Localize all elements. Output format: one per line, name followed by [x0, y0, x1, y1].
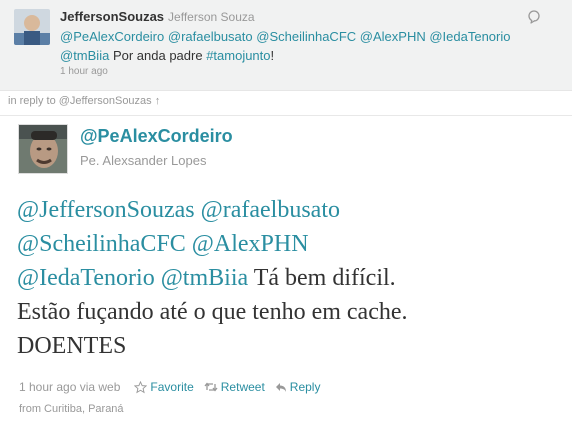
mention-link[interactable]: @tmBiia [60, 48, 109, 63]
mention-link[interactable]: @IedaTenorio [17, 265, 155, 291]
mention-link[interactable]: @IedaTenorio [429, 29, 510, 44]
parent-tweet: JeffersonSouzas Jefferson Souza @PeAlexCo… [0, 0, 572, 91]
main-tweet-line4-text: Estão fuçando até o que tenho em cache. [17, 299, 408, 325]
parent-tweet-text: @PeAlexCordeiro @rafaelbusato @Scheilinh… [60, 27, 560, 65]
mention-link[interactable]: @rafaelbusato [168, 29, 253, 44]
reply-arrow-icon [275, 383, 286, 392]
in-reply-prefix: in reply to [8, 95, 56, 107]
arrow-up-icon: ↑ [154, 95, 161, 107]
tweet-location: from Curitiba, Paraná [19, 403, 124, 415]
parent-tweet-plain-text: Por anda padre [109, 48, 207, 63]
mention-link[interactable]: @AlexPHN [192, 231, 309, 257]
mention-link[interactable]: @tmBiia [161, 265, 248, 291]
hashtag-link[interactable]: #tamojunto [206, 48, 270, 63]
mention-link[interactable]: @PeAlexCordeiro [60, 29, 164, 44]
star-icon [134, 380, 148, 393]
main-tweet-line5-text: DOENTES [17, 333, 127, 359]
mention-link[interactable]: @rafaelbusato [201, 197, 340, 223]
in-reply-user[interactable]: @JeffersonSouzas [59, 95, 152, 107]
mention-link[interactable]: @ScheilinhaCFC [256, 29, 356, 44]
parent-tweet-end: ! [270, 48, 275, 63]
mention-link[interactable]: @JeffersonSouzas [17, 197, 195, 223]
retweet-label: Retweet [220, 380, 265, 394]
reply-label: Reply [289, 380, 321, 394]
main-timestamp[interactable]: 1 hour ago via web [19, 380, 120, 394]
main-screen-name[interactable]: @PeAlexCordeiro [80, 126, 233, 147]
in-reply-to[interactable]: in reply to @JeffersonSouzas ↑ [8, 95, 160, 107]
reply-button[interactable]: Reply [275, 380, 321, 394]
parent-screen-name[interactable]: JeffersonSouzas [60, 9, 164, 24]
retweet-button[interactable]: Retweet [204, 380, 265, 394]
parent-display-name: Jefferson Souza [168, 10, 255, 24]
retweet-icon [204, 382, 218, 392]
favorite-label: Favorite [150, 380, 194, 394]
mention-link[interactable]: @AlexPHN [360, 29, 426, 44]
reply-bubble-icon[interactable] [527, 10, 541, 24]
main-display-name: Pe. Alexsander Lopes [80, 153, 207, 168]
divider [0, 115, 572, 116]
mention-link[interactable]: @ScheilinhaCFC [17, 231, 186, 257]
favorite-button[interactable]: Favorite [134, 380, 194, 394]
parent-avatar[interactable] [14, 9, 50, 45]
parent-timestamp[interactable]: 1 hour ago [60, 66, 108, 77]
main-tweet-line3-text: Tá bem difícil. [248, 265, 396, 291]
main-tweet-text: @JeffersonSouzas @rafaelbusato @Scheilin… [17, 193, 562, 363]
main-avatar[interactable] [18, 124, 68, 174]
tweet-meta: 1 hour ago via web Favorite Retweet Repl… [19, 380, 320, 394]
